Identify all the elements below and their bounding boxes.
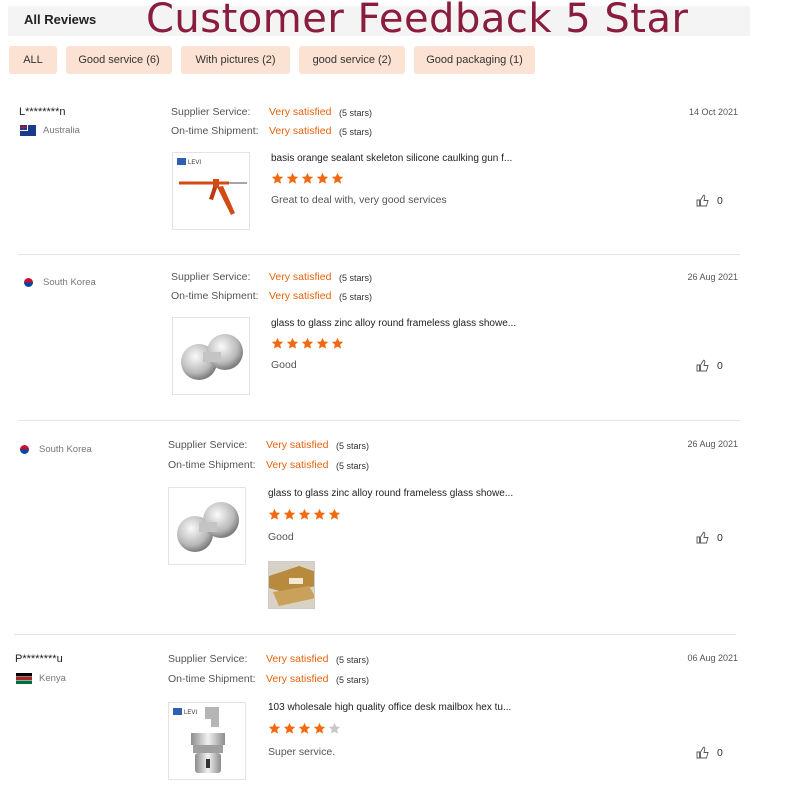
supplier-service-stars: (5 stars) xyxy=(336,655,370,665)
shipment-stars: (5 stars) xyxy=(336,675,370,685)
country-name: Kenya xyxy=(39,673,66,684)
like-button[interactable]: 0 xyxy=(696,746,723,759)
review-comment: Super service. xyxy=(268,746,336,758)
star-filled-icon xyxy=(313,722,326,734)
star-filled-icon xyxy=(283,722,296,734)
review-item: P********u Kenya Supplier Service: Very … xyxy=(0,0,760,800)
supplier-service-value: Very satisfied xyxy=(266,653,329,665)
review-date: 06 Aug 2021 xyxy=(687,653,738,663)
thumbs-up-icon xyxy=(696,746,709,759)
supplier-service-label: Supplier Service: xyxy=(168,653,248,665)
shipment-value: Very satisfied xyxy=(266,673,329,685)
like-count: 0 xyxy=(717,746,723,759)
reviewer-name: P********u xyxy=(15,653,63,665)
cam-lock-image: LEVI xyxy=(173,707,225,773)
flag-kenya-icon xyxy=(16,673,32,684)
product-thumbnail[interactable]: LEVI xyxy=(168,702,246,780)
star-filled-icon xyxy=(268,722,281,734)
brand-logo-text: LEVI xyxy=(184,710,197,716)
product-title-link[interactable]: 103 wholesale high quality office desk m… xyxy=(268,702,511,713)
star-filled-icon xyxy=(298,722,311,734)
shipment-label: On-time Shipment: xyxy=(168,673,256,685)
reviewer-country: Kenya xyxy=(16,673,66,684)
star-empty-icon xyxy=(328,722,341,734)
rating-stars xyxy=(268,722,341,735)
